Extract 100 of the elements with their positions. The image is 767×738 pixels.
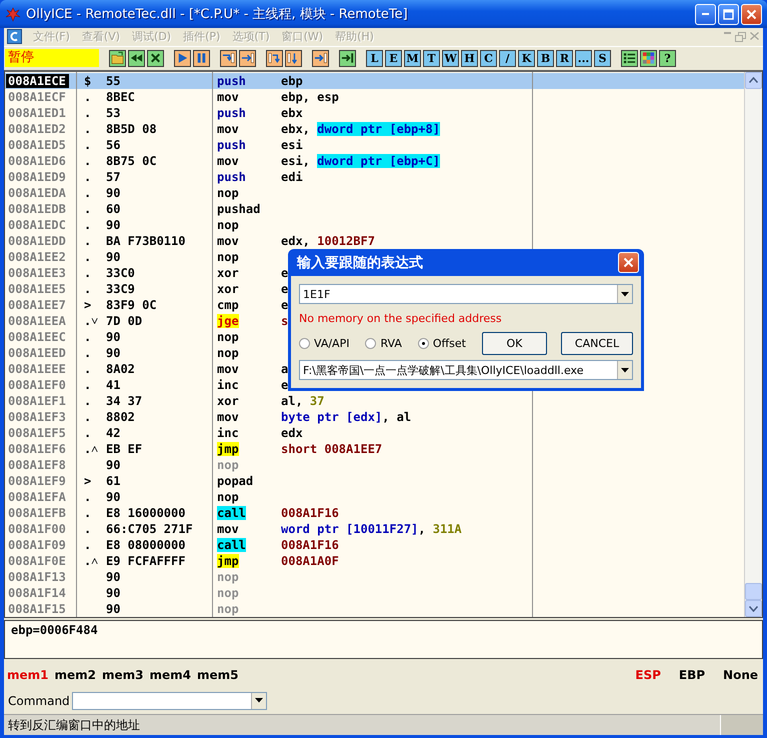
dialog-button[interactable]: CANCEL — [561, 332, 633, 354]
code-row[interactable]: 008A1EFA . 90 nop — [5, 488, 744, 505]
opcode-text: 41 — [106, 376, 120, 393]
scroll-thumb[interactable] — [745, 583, 762, 600]
operand-text: edx — [281, 424, 303, 441]
toolbar-button[interactable]: ... — [575, 50, 592, 67]
toolbar-button[interactable] — [266, 50, 283, 67]
address-text: 008A1EE7 — [7, 298, 67, 312]
code-row[interactable]: 008A1F13 90 nop — [5, 568, 744, 585]
mnemonic-text: nop — [217, 586, 239, 600]
maximize-icon — [723, 8, 734, 20]
stack-tab[interactable]: None — [723, 668, 758, 682]
dump-tab[interactable]: mem5 — [197, 668, 238, 682]
toolbar-button[interactable] — [285, 50, 302, 67]
code-row[interactable]: 008A1F15 90 nop — [5, 600, 744, 617]
stack-tab[interactable]: EBP — [678, 668, 706, 682]
toolbar-button[interactable] — [239, 50, 256, 67]
status-text: 转到反汇编窗口中的地址 — [4, 715, 721, 736]
dump-tab[interactable]: mem3 — [102, 668, 144, 682]
toolbar-button[interactable]: C — [480, 50, 497, 67]
toolbar-button[interactable] — [193, 50, 210, 67]
operand-text: word ptr [10011F27], 311A — [281, 520, 462, 537]
code-row[interactable]: 008A1EF5 . 42 inc edx — [5, 424, 744, 441]
toolbar-button[interactable] — [621, 50, 638, 67]
code-row[interactable]: 008A1EF3 . 8802 mov byte ptr [edx], al — [5, 408, 744, 425]
scrollbar[interactable] — [744, 72, 762, 618]
code-row[interactable]: 008A1ED1 . 53 push ebx — [5, 104, 744, 121]
toolbar-button[interactable] — [339, 50, 356, 67]
code-row[interactable]: 008A1EDB . 60 pushad — [5, 200, 744, 217]
toolbar-button[interactable] — [147, 50, 164, 67]
address-text: 008A1F09 — [7, 538, 67, 552]
toolbar-button[interactable]: E — [385, 50, 402, 67]
code-row[interactable]: 008A1EF8 90 nop — [5, 456, 744, 473]
dropdown-button[interactable] — [617, 361, 632, 379]
toolbar-button[interactable]: H — [461, 50, 478, 67]
toolbar-button[interactable]: R — [556, 50, 573, 67]
code-row[interactable]: 008A1ED9 . 57 push edi — [5, 168, 744, 185]
toolbar-button[interactable]: K — [518, 50, 535, 67]
radio-button[interactable] — [365, 338, 376, 348]
flow-marker: . — [83, 136, 92, 153]
toolbar-button[interactable] — [220, 50, 237, 67]
combo-field[interactable]: 1E1F — [299, 284, 633, 304]
code-row[interactable]: 008A1EF6 .˄ EB EF jmp short 008A1EE7 — [5, 440, 744, 457]
radio-button[interactable] — [299, 338, 310, 348]
code-row[interactable]: 008A1ED5 . 56 push esi — [5, 136, 744, 153]
dump-tab[interactable]: mem1 — [7, 668, 48, 682]
toolbar-button[interactable]: M — [404, 50, 421, 67]
toolbar-button[interactable]: / — [499, 50, 516, 67]
mnemonic-text: inc — [217, 426, 239, 440]
code-row[interactable]: 008A1ED2 . 8B5D 08 mov ebx, dword ptr [ebp+8] — [5, 120, 744, 137]
mnemonic-text: mov — [217, 90, 239, 104]
dropdown-button[interactable] — [617, 285, 632, 303]
command-field[interactable] — [72, 692, 267, 710]
help-button[interactable]: ? — [659, 50, 676, 67]
code-row[interactable]: 008A1ECF . 8BEC mov ebp, esp — [5, 88, 744, 105]
close-button[interactable] — [741, 4, 762, 24]
radio-button[interactable] — [418, 338, 429, 348]
dump-tab[interactable]: mem4 — [150, 668, 191, 682]
code-row[interactable]: 008A1EF9 > 61 popad — [5, 472, 744, 489]
toolbar-button[interactable]: W — [442, 50, 459, 67]
flow-marker: . — [83, 120, 92, 137]
code-row[interactable]: 008A1F14 90 nop — [5, 584, 744, 601]
toolbar-button[interactable] — [312, 50, 329, 67]
code-row[interactable]: 008A1EDD . BA F73B0110 mov edx, 10012BF7 — [5, 232, 744, 249]
scroll-up-button[interactable] — [745, 72, 762, 89]
toolbar-button[interactable] — [109, 50, 126, 67]
minimize-button[interactable] — [695, 4, 716, 24]
toolbar-button[interactable]: S — [594, 50, 611, 67]
code-row[interactable]: 008A1EDA . 90 nop — [5, 184, 744, 201]
address-text: 008A1ECE — [6, 74, 69, 88]
radio-option[interactable]: VA/API — [299, 336, 350, 350]
opcode-text: 90 — [106, 584, 120, 601]
code-row[interactable]: 008A1EFB . E8 16000000 call 008A1F16 — [5, 504, 744, 521]
toolbar-button[interactable]: L — [366, 50, 383, 67]
toolbar-button[interactable]: T — [423, 50, 440, 67]
stack-tab[interactable]: ESP — [635, 668, 661, 682]
toolbar-button[interactable]: B — [537, 50, 554, 67]
code-row[interactable]: 008A1EDC . 90 nop — [5, 216, 744, 233]
code-row[interactable]: 008A1ED6 . 8B75 0C mov esi, dword ptr [ebp+C] — [5, 152, 744, 169]
opcode-text: 53 — [106, 104, 120, 121]
opcode-text: BA F73B0110 — [106, 232, 186, 249]
toolbar-button[interactable] — [128, 50, 145, 67]
code-row[interactable]: 008A1F0E .˄ E9 FCFAFFFF jmp 008A1A0F — [5, 552, 744, 569]
radio-option[interactable]: Offset — [418, 336, 466, 350]
dump-tab[interactable]: mem2 — [54, 668, 96, 682]
toolbar-button[interactable] — [174, 50, 191, 67]
code-row[interactable]: 008A1F00 . 66:C705 271F mov word ptr [10011F27], 311A — [5, 520, 744, 537]
toolbar-button[interactable] — [640, 50, 657, 67]
operand-text: al, 37 — [281, 392, 324, 409]
close-button[interactable] — [618, 252, 639, 273]
code-row[interactable]: 008A1EF1 . 34 37 xor al, 37 — [5, 392, 744, 409]
code-row[interactable]: 008A1F09 . E8 08000000 call 008A1F16 — [5, 536, 744, 553]
scroll-down-button[interactable] — [745, 600, 762, 618]
maximize-button[interactable] — [718, 4, 739, 24]
address-text: 008A1EEE — [7, 362, 67, 376]
radio-option[interactable]: RVA — [365, 336, 402, 350]
code-row[interactable]: 008A1ECE $ 55 push ebp — [5, 72, 744, 89]
dropdown-button[interactable] — [250, 692, 266, 709]
combo-field[interactable]: F:\黑客帝国\一点一点学破解\工具集\OllyICE\loaddll.exe — [299, 360, 633, 380]
dialog-button[interactable]: OK — [482, 332, 547, 354]
